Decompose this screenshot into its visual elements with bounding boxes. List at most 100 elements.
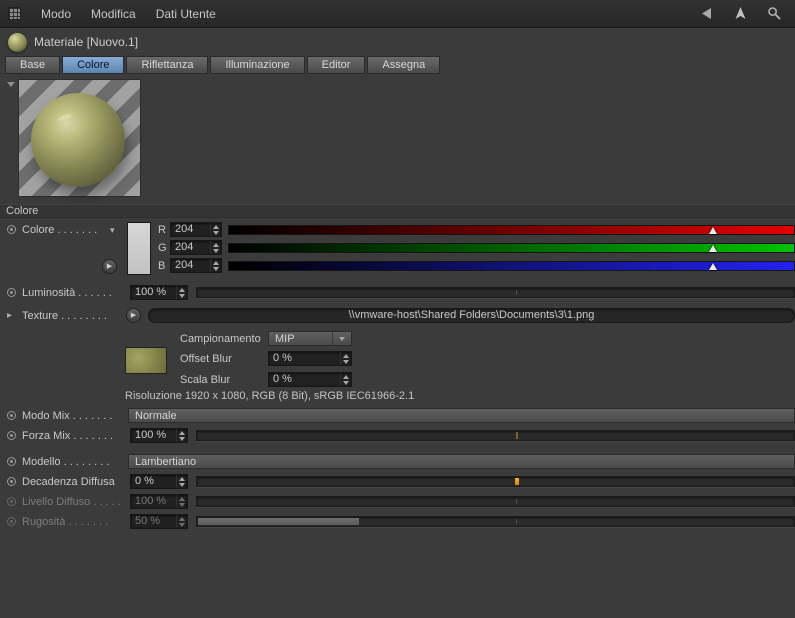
slider-fill (198, 518, 360, 525)
spinner-up-icon[interactable] (213, 242, 219, 247)
animate-toggle-icon[interactable] (7, 411, 16, 420)
color-options-button[interactable]: ▶ (102, 259, 117, 274)
channel-b-label: B (158, 259, 166, 272)
green-slider[interactable] (228, 242, 795, 253)
green-slider-handle[interactable] (709, 244, 718, 252)
rugosita-slider (196, 516, 795, 527)
slider-marker (515, 478, 520, 485)
color-parameter-group: Colore . . . . . . . ▾ ▶ R 204 G 204 B 2… (0, 221, 795, 278)
animate-toggle-icon[interactable] (7, 477, 16, 486)
spinner[interactable] (176, 475, 187, 488)
menu-modifica[interactable]: Modifica (81, 0, 146, 28)
rugosita-input: 50 % (130, 514, 188, 529)
cursor-icon[interactable] (731, 5, 749, 23)
texture-options-button[interactable]: ▶ (126, 308, 141, 323)
row-texture: ▸ Texture . . . . . . . . ▶ \\vmware-hos… (0, 306, 795, 325)
material-editor-window: Modo Modifica Dati Utente Materiale [Nuo… (0, 0, 795, 618)
offset-blur-input[interactable]: 0 % (268, 351, 352, 366)
spinner[interactable] (176, 429, 187, 442)
red-slider-handle[interactable] (709, 226, 718, 234)
decadenza-diffusa-input[interactable]: 0 % (130, 474, 188, 489)
forza-mix-slider[interactable] (196, 430, 795, 441)
spinner[interactable] (340, 352, 351, 365)
spinner[interactable] (210, 259, 221, 272)
tab-riflettanza[interactable]: Riflettanza (126, 56, 209, 74)
spinner[interactable] (210, 223, 221, 236)
search-icon[interactable] (765, 5, 783, 23)
tab-editor[interactable]: Editor (306, 56, 366, 74)
texture-path-field[interactable]: \\vmware-host\Shared Folders\Documents\3… (148, 308, 795, 323)
spinner-down-icon[interactable] (343, 359, 349, 364)
luminosita-slider[interactable] (196, 287, 795, 298)
channel-row-blue: B 204 (158, 257, 795, 274)
spinner (176, 515, 187, 528)
livello-diffuso-input: 100 % (130, 494, 188, 509)
spinner[interactable] (340, 373, 351, 386)
color-swatch[interactable] (127, 222, 151, 275)
menu-modo[interactable]: Modo (31, 0, 81, 28)
row-decadenza-diffusa: Decadenza Diffusa 0 % (0, 472, 795, 491)
spinner-up-icon[interactable] (343, 353, 349, 358)
spinner-down-icon[interactable] (179, 436, 185, 441)
spinner-down-icon[interactable] (179, 293, 185, 298)
animate-toggle-icon (7, 517, 16, 526)
channel-g-label: G (158, 241, 167, 254)
red-slider[interactable] (228, 224, 795, 235)
spinner[interactable] (176, 286, 187, 299)
spinner-up-icon[interactable] (213, 224, 219, 229)
spinner-up-icon[interactable] (179, 476, 185, 481)
spinner-up-icon[interactable] (213, 260, 219, 265)
tab-colore[interactable]: Colore (62, 56, 125, 74)
modello-dropdown[interactable]: Lambertiano (128, 454, 795, 469)
blue-slider[interactable] (228, 260, 795, 271)
offset-blur-label: Offset Blur (180, 352, 232, 365)
row-scala-blur: Scala Blur 0 % (0, 370, 795, 389)
spinner-down-icon (179, 502, 185, 507)
channel-row-red: R 204 (158, 221, 795, 238)
preview-expander-icon[interactable] (7, 82, 15, 87)
scala-blur-input[interactable]: 0 % (268, 372, 352, 387)
modo-mix-dropdown[interactable]: Normale (128, 408, 795, 423)
tab-assegna[interactable]: Assegna (367, 56, 441, 74)
green-value-input[interactable]: 204 (170, 240, 222, 255)
blue-slider-handle[interactable] (709, 262, 718, 270)
livello-diffuso-slider (196, 496, 795, 507)
spinner-down-icon[interactable] (179, 482, 185, 487)
menu-right-icons (697, 5, 787, 23)
row-campionamento: Campionamento MIP (0, 329, 795, 348)
spinner[interactable] (210, 241, 221, 254)
chevron-down-icon[interactable]: ▾ (110, 225, 122, 236)
row-luminosita: Luminosità . . . . . . 100 % (0, 283, 795, 302)
animate-toggle-icon[interactable] (7, 457, 16, 466)
row-forza-mix: Forza Mix . . . . . . . 100 % (0, 426, 795, 445)
tab-bar: Base Colore Riflettanza Illuminazione Ed… (5, 56, 795, 75)
drag-handle-icon[interactable] (8, 7, 21, 20)
spinner-down-icon[interactable] (213, 266, 219, 271)
animate-toggle-icon[interactable] (7, 288, 16, 297)
luminosita-label: Luminosità . . . . . . (22, 286, 112, 299)
texture-expander-icon[interactable]: ▸ (7, 310, 22, 321)
red-value-input[interactable]: 204 (170, 222, 222, 237)
spinner-up-icon[interactable] (179, 287, 185, 292)
tab-base[interactable]: Base (5, 56, 61, 74)
slider-center-tick (516, 499, 518, 504)
spinner-up-icon[interactable] (343, 374, 349, 379)
animate-toggle-icon[interactable] (7, 431, 16, 440)
material-title: Materiale [Nuovo.1] (34, 35, 139, 49)
menu-dati-utente[interactable]: Dati Utente (146, 0, 226, 28)
campionamento-dropdown[interactable]: MIP (268, 331, 352, 346)
material-thumbnail-icon (8, 32, 27, 52)
spinner-up-icon[interactable] (179, 430, 185, 435)
spinner-down-icon[interactable] (213, 230, 219, 235)
decadenza-diffusa-slider[interactable] (196, 476, 795, 487)
animate-toggle-icon[interactable] (7, 225, 16, 234)
tab-illuminazione[interactable]: Illuminazione (210, 56, 305, 74)
back-icon[interactable] (697, 5, 715, 23)
row-rugosita: Rugosità . . . . . . . 50 % (0, 512, 795, 531)
spinner-down-icon[interactable] (213, 248, 219, 253)
forza-mix-input[interactable]: 100 % (130, 428, 188, 443)
blue-value-input[interactable]: 204 (170, 258, 222, 273)
material-preview[interactable] (18, 79, 141, 197)
luminosita-input[interactable]: 100 % (130, 285, 188, 300)
spinner-down-icon[interactable] (343, 380, 349, 385)
